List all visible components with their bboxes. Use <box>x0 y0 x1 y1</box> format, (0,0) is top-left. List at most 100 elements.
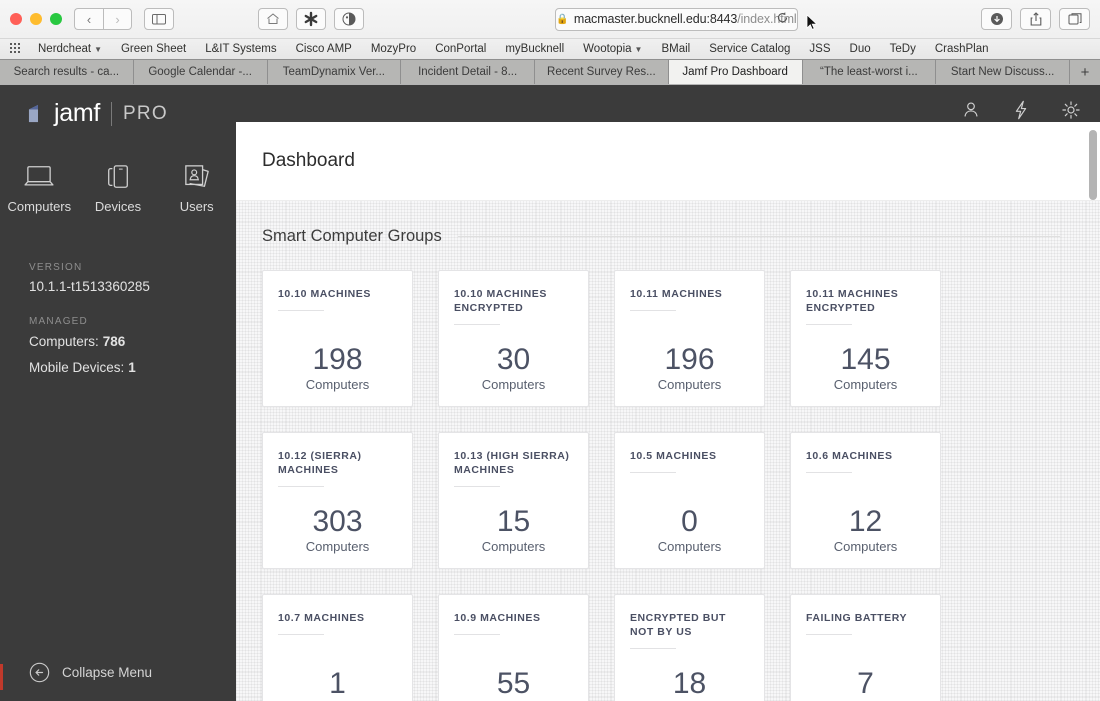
group-card[interactable]: 10.7 MACHINES 1 Computers <box>262 594 413 701</box>
smart-computer-groups-grid: 10.10 MACHINES 198 Computers 10.10 MACHI… <box>236 246 1100 701</box>
group-card-title: 10.9 MACHINES <box>454 612 541 624</box>
url-host-text: macmaster.bucknell.edu:8443 <box>573 12 738 26</box>
version-label: VERSION <box>29 262 83 273</box>
group-card[interactable]: 10.10 MACHINES 198 Computers <box>262 270 413 407</box>
sidebar-item-label: Devices <box>94 199 142 214</box>
group-card[interactable]: 10.12 (SIERRA) MACHINES 303 Computers <box>262 432 413 569</box>
browser-tab[interactable]: Recent Survey Res... <box>535 60 669 84</box>
sidebar-item-label: Users <box>179 199 214 214</box>
tab-overview-icon <box>1068 13 1082 25</box>
maximize-window-button[interactable] <box>50 13 62 25</box>
browser-chrome: ‹ › 🔒 macmaster.bucknell.edu:8443/index.… <box>0 0 1100 85</box>
browser-tab-active[interactable]: Jamf Pro Dashboard <box>668 60 803 84</box>
bookmark-item[interactable]: ConPortal <box>435 43 486 55</box>
group-card-title: 10.11 MACHINES <box>630 288 723 300</box>
bookmark-item[interactable]: CrashPlan <box>935 43 989 55</box>
laptop-icon <box>24 166 54 186</box>
bookmark-item[interactable]: Duo <box>850 43 871 55</box>
group-card-title: 10.6 MACHINES <box>806 450 893 462</box>
downloads-button[interactable] <box>981 8 1013 30</box>
bookmark-item[interactable]: L&IT Systems <box>205 43 276 55</box>
gear-settings-icon[interactable] <box>1060 99 1082 121</box>
show-all-bookmarks-icon[interactable] <box>10 43 24 55</box>
new-tab-button[interactable]: + <box>1070 60 1100 84</box>
bookmark-item[interactable]: Wootopia ▼ <box>583 43 642 55</box>
app-sidebar: jamf PRO Computers Devices Users VERSION… <box>0 85 236 701</box>
group-card-unit: Computers <box>657 539 722 554</box>
collapse-menu-button[interactable]: Collapse Menu <box>29 662 152 683</box>
bookmark-item[interactable]: BMail <box>661 43 690 55</box>
lock-icon: 🔒 <box>556 13 569 25</box>
bookmark-item[interactable]: Green Sheet <box>121 43 186 55</box>
group-card[interactable]: 10.11 MACHINES 196 Computers <box>614 270 765 407</box>
page-title: Dashboard <box>262 150 355 171</box>
sidebar-primary-nav: Computers Devices Users <box>0 142 236 214</box>
minimize-window-button[interactable] <box>30 13 42 25</box>
bookmark-item[interactable]: TeDy <box>890 43 916 55</box>
circle-arrow-left-icon <box>29 662 50 683</box>
bookmark-item[interactable]: myBucknell <box>505 43 564 55</box>
sidebar-info-block: VERSION 10.1.1-t1513360285 MANAGED Compu… <box>0 262 236 375</box>
lightning-bolt-icon[interactable] <box>1010 99 1032 121</box>
back-chevron-icon: ‹ <box>86 11 92 27</box>
jamf-logo-icon <box>28 104 38 123</box>
section-header: Smart Computer Groups <box>236 201 1100 246</box>
brand-logo[interactable]: jamf PRO <box>0 85 236 142</box>
group-card-title: 10.12 (SIERRA) MACHINES <box>278 450 362 476</box>
bookmark-item[interactable]: Service Catalog <box>709 43 790 55</box>
group-card[interactable]: 10.6 MACHINES 12 Computers <box>790 432 941 569</box>
group-card[interactable]: 10.13 (HIGH SIERRA) MACHINES 15 Computer… <box>438 432 589 569</box>
group-card[interactable]: 10.10 MACHINES ENCRYPTED 30 Computers <box>438 270 589 407</box>
chevron-down-icon: ▼ <box>94 45 102 54</box>
reload-button[interactable] <box>776 11 789 27</box>
forward-button[interactable]: › <box>103 8 132 30</box>
brand-divider <box>111 101 113 126</box>
group-card-value: 7 <box>857 667 874 700</box>
bookmark-item[interactable]: JSS <box>809 43 830 55</box>
browser-tab[interactable]: Incident Detail - 8... <box>401 60 535 84</box>
bookmark-item[interactable]: Cisco AMP <box>296 43 352 55</box>
tab-strip: Search results - ca... Google Calendar -… <box>0 59 1100 84</box>
back-button[interactable]: ‹ <box>74 8 103 30</box>
user-account-icon[interactable] <box>960 99 982 121</box>
group-card[interactable]: 10.5 MACHINES 0 Computers <box>614 432 765 569</box>
browser-tab[interactable]: “The least-worst i... <box>802 60 937 84</box>
group-card[interactable]: 10.11 MACHINES ENCRYPTED 145 Computers <box>790 270 941 407</box>
managed-mobile-row: Mobile Devices: 1 <box>0 360 236 375</box>
bookmark-item[interactable]: Nerdcheat ▼ <box>38 43 102 55</box>
group-card-title: ENCRYPTED BUT NOT BY US <box>630 612 727 638</box>
address-bar[interactable]: 🔒 macmaster.bucknell.edu:8443/index.html <box>555 7 798 31</box>
group-card[interactable]: FAILING BATTERY 7 Computers <box>790 594 941 701</box>
jamf-pro-app: jamf PRO Computers Devices Users VERSION… <box>0 85 1100 701</box>
browser-tab[interactable]: Start New Discuss... <box>936 60 1070 84</box>
sidebar-item-label: Computers <box>7 199 72 214</box>
group-card-value: 198 <box>312 343 363 376</box>
tab-overview-button[interactable] <box>1059 8 1091 30</box>
sidebar-toggle-button[interactable] <box>144 8 174 30</box>
browser-tab[interactable]: Search results - ca... <box>0 60 134 84</box>
group-card[interactable]: 10.9 MACHINES 55 Computers <box>438 594 589 701</box>
section-divider <box>457 236 1060 237</box>
group-card-title: 10.10 MACHINES <box>278 288 371 300</box>
home-button[interactable] <box>258 8 288 30</box>
sidebar-item-devices[interactable]: Devices <box>79 164 158 214</box>
sidebar-item-computers[interactable]: Computers <box>0 164 79 214</box>
brand-name: jamf <box>54 99 101 127</box>
browser-tab[interactable]: TeamDynamix Ver... <box>267 60 402 84</box>
extension-button[interactable] <box>296 8 326 30</box>
bookmark-item[interactable]: MozyPro <box>371 43 416 55</box>
browser-tab[interactable]: Google Calendar -... <box>133 60 268 84</box>
nav-buttons: ‹ › <box>74 8 132 30</box>
group-card-value: 0 <box>681 505 698 538</box>
group-card-unit: Computers <box>305 377 370 392</box>
close-window-button[interactable] <box>10 13 22 25</box>
sidebar-item-users[interactable]: Users <box>157 164 236 214</box>
scrollbar-thumb[interactable] <box>1089 130 1097 200</box>
window-traffic-lights <box>10 13 62 25</box>
share-button[interactable] <box>1020 8 1052 30</box>
group-card[interactable]: ENCRYPTED BUT NOT BY US 18 Computers <box>614 594 765 701</box>
scrollbar-track[interactable] <box>1086 122 1100 701</box>
privacy-report-button[interactable] <box>334 8 364 30</box>
managed-mobile-value: 1 <box>128 360 136 375</box>
group-card-value: 30 <box>496 343 531 376</box>
